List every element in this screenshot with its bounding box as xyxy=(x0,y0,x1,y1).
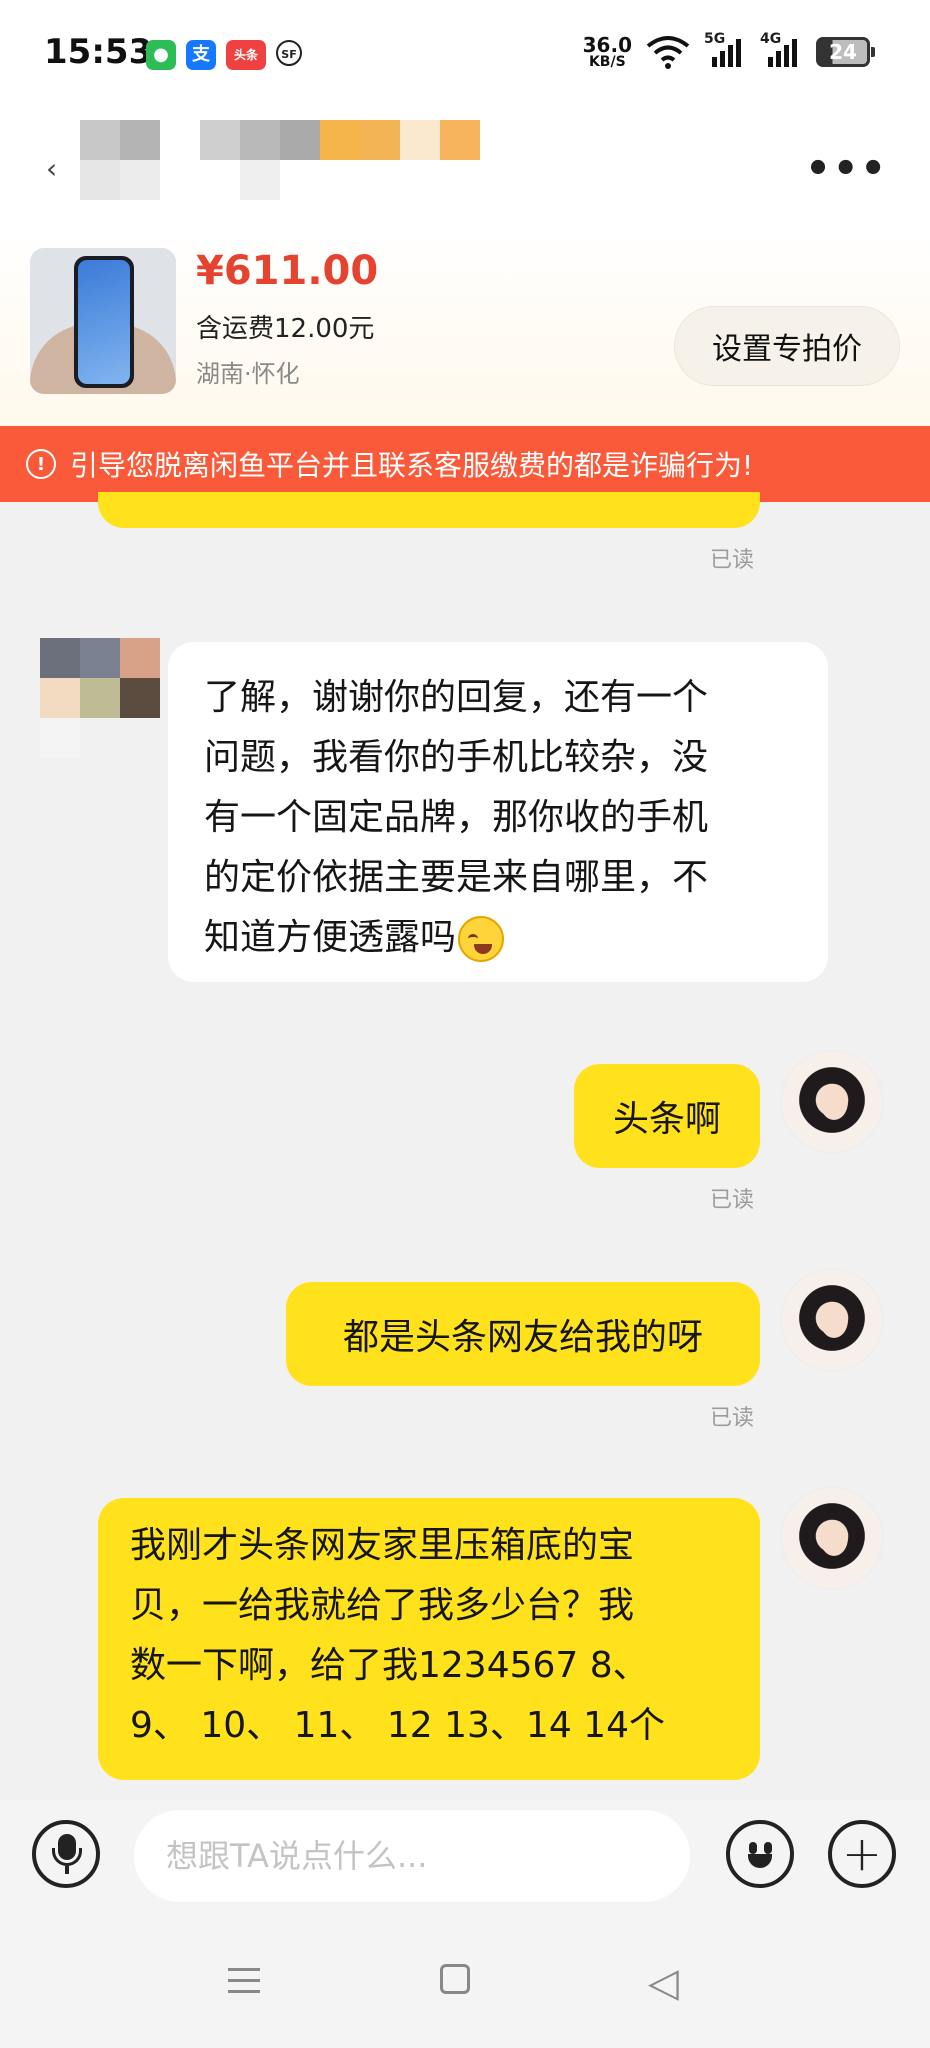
avatar-me[interactable] xyxy=(780,1268,884,1372)
read-receipt: 已读 xyxy=(710,1188,755,1213)
message-line: 的定价依据主要是来自哪里，不 xyxy=(204,857,709,898)
avatar-me[interactable] xyxy=(780,1050,884,1154)
message-bubble-sent[interactable]: 头条啊 xyxy=(574,1064,760,1168)
message-line: 了解，谢谢你的回复，还有一个 xyxy=(204,677,709,718)
read-receipt: 已读 xyxy=(710,548,755,573)
wechat-icon: ● xyxy=(146,40,176,70)
chat-messages[interactable]: 已读 了解，谢谢你的回复，还有一个 问题，我看你的手机比较杂，没 有一个固定品牌… xyxy=(0,492,930,1802)
message-bubble-sent[interactable]: 我刚才头条网友家里压箱底的宝 贝，一给我就给了我多少台？我 数一下啊，给了我12… xyxy=(98,1498,760,1780)
avatar-me[interactable] xyxy=(780,1486,884,1590)
battery-indicator: 24 xyxy=(816,37,875,67)
sf-express-icon: SF xyxy=(276,40,302,66)
avatar-other[interactable] xyxy=(40,638,160,758)
contact-name-blurred xyxy=(80,120,480,200)
message-input-bar: + xyxy=(0,1800,930,1920)
message-line: 有一个固定品牌，那你收的手机 xyxy=(204,797,709,838)
set-special-price-button[interactable]: 设置专拍价 xyxy=(674,306,900,386)
product-location: 湖南·怀化 xyxy=(196,360,300,388)
network-speed: 36.0 KB/S xyxy=(582,33,632,70)
message-line: 9、 10、 11、 12 13、14 14个 xyxy=(130,1705,665,1746)
message-bubble-sent[interactable]: 都是头条网友给我的呀 xyxy=(286,1282,760,1386)
message-line: 贝，一给我就给了我多少台？我 xyxy=(130,1585,635,1626)
signal-4g-icon: 4G xyxy=(760,31,802,69)
more-dots-icon[interactable]: ••• xyxy=(805,146,888,192)
message-text: 都是头条网友给我的呀 xyxy=(342,1317,703,1358)
message-line: 问题，我看你的手机比较杂，没 xyxy=(204,737,709,778)
plus-icon[interactable]: + xyxy=(828,1820,896,1888)
microphone-icon[interactable] xyxy=(32,1820,100,1888)
message-line: 数一下啊，给了我1234567 8、 xyxy=(130,1645,649,1686)
message-input[interactable] xyxy=(134,1810,690,1902)
warning-text: 引导您脱离闲鱼平台并且联系客服缴费的都是诈骗行为! xyxy=(70,449,754,482)
alipay-icon: 支 xyxy=(186,40,216,70)
status-time: 15:53 xyxy=(44,32,153,72)
menu-icon[interactable] xyxy=(228,1968,260,2001)
emoji-icon[interactable] xyxy=(726,1820,794,1888)
home-square-icon[interactable] xyxy=(440,1964,470,1994)
shipping-fee: 含运费12.00元 xyxy=(196,314,375,344)
chevron-left-icon[interactable]: ‹ xyxy=(46,152,57,185)
product-thumbnail[interactable] xyxy=(30,248,176,394)
alert-circle-icon: ! xyxy=(26,449,56,479)
system-nav-bar: ◁ xyxy=(0,1920,930,2048)
read-receipt: 已读 xyxy=(710,1406,755,1431)
product-card[interactable]: ¥611.00 含运费12.00元 湖南·怀化 设置专拍价 xyxy=(0,230,930,426)
chat-header: ‹ ••• xyxy=(0,110,930,230)
message-bubble-received[interactable]: 了解，谢谢你的回复，还有一个 问题，我看你的手机比较杂，没 有一个固定品牌，那你… xyxy=(168,642,828,982)
signal-5g-icon: 5G xyxy=(704,31,746,69)
fraud-warning-banner: ! 引导您脱离闲鱼平台并且联系客服缴费的都是诈骗行为! xyxy=(0,426,930,502)
crying-emoji-icon xyxy=(458,916,505,962)
message-line-last: 知道方便透露吗 xyxy=(204,914,792,962)
back-triangle-icon[interactable]: ◁ xyxy=(648,1960,679,2006)
phone-image xyxy=(74,256,134,388)
product-price: ¥611.00 xyxy=(196,248,379,294)
message-text: 头条啊 xyxy=(612,1099,721,1140)
wifi-icon xyxy=(646,36,690,69)
status-bar: 15:53 ● 支 头条 SF 36.0 KB/S 5G 4G 24 xyxy=(0,0,930,110)
message-bubble-sent-partial[interactable] xyxy=(98,492,760,528)
message-line: 我刚才头条网友家里压箱底的宝 xyxy=(130,1525,635,1566)
toutiao-icon: 头条 xyxy=(226,40,266,70)
